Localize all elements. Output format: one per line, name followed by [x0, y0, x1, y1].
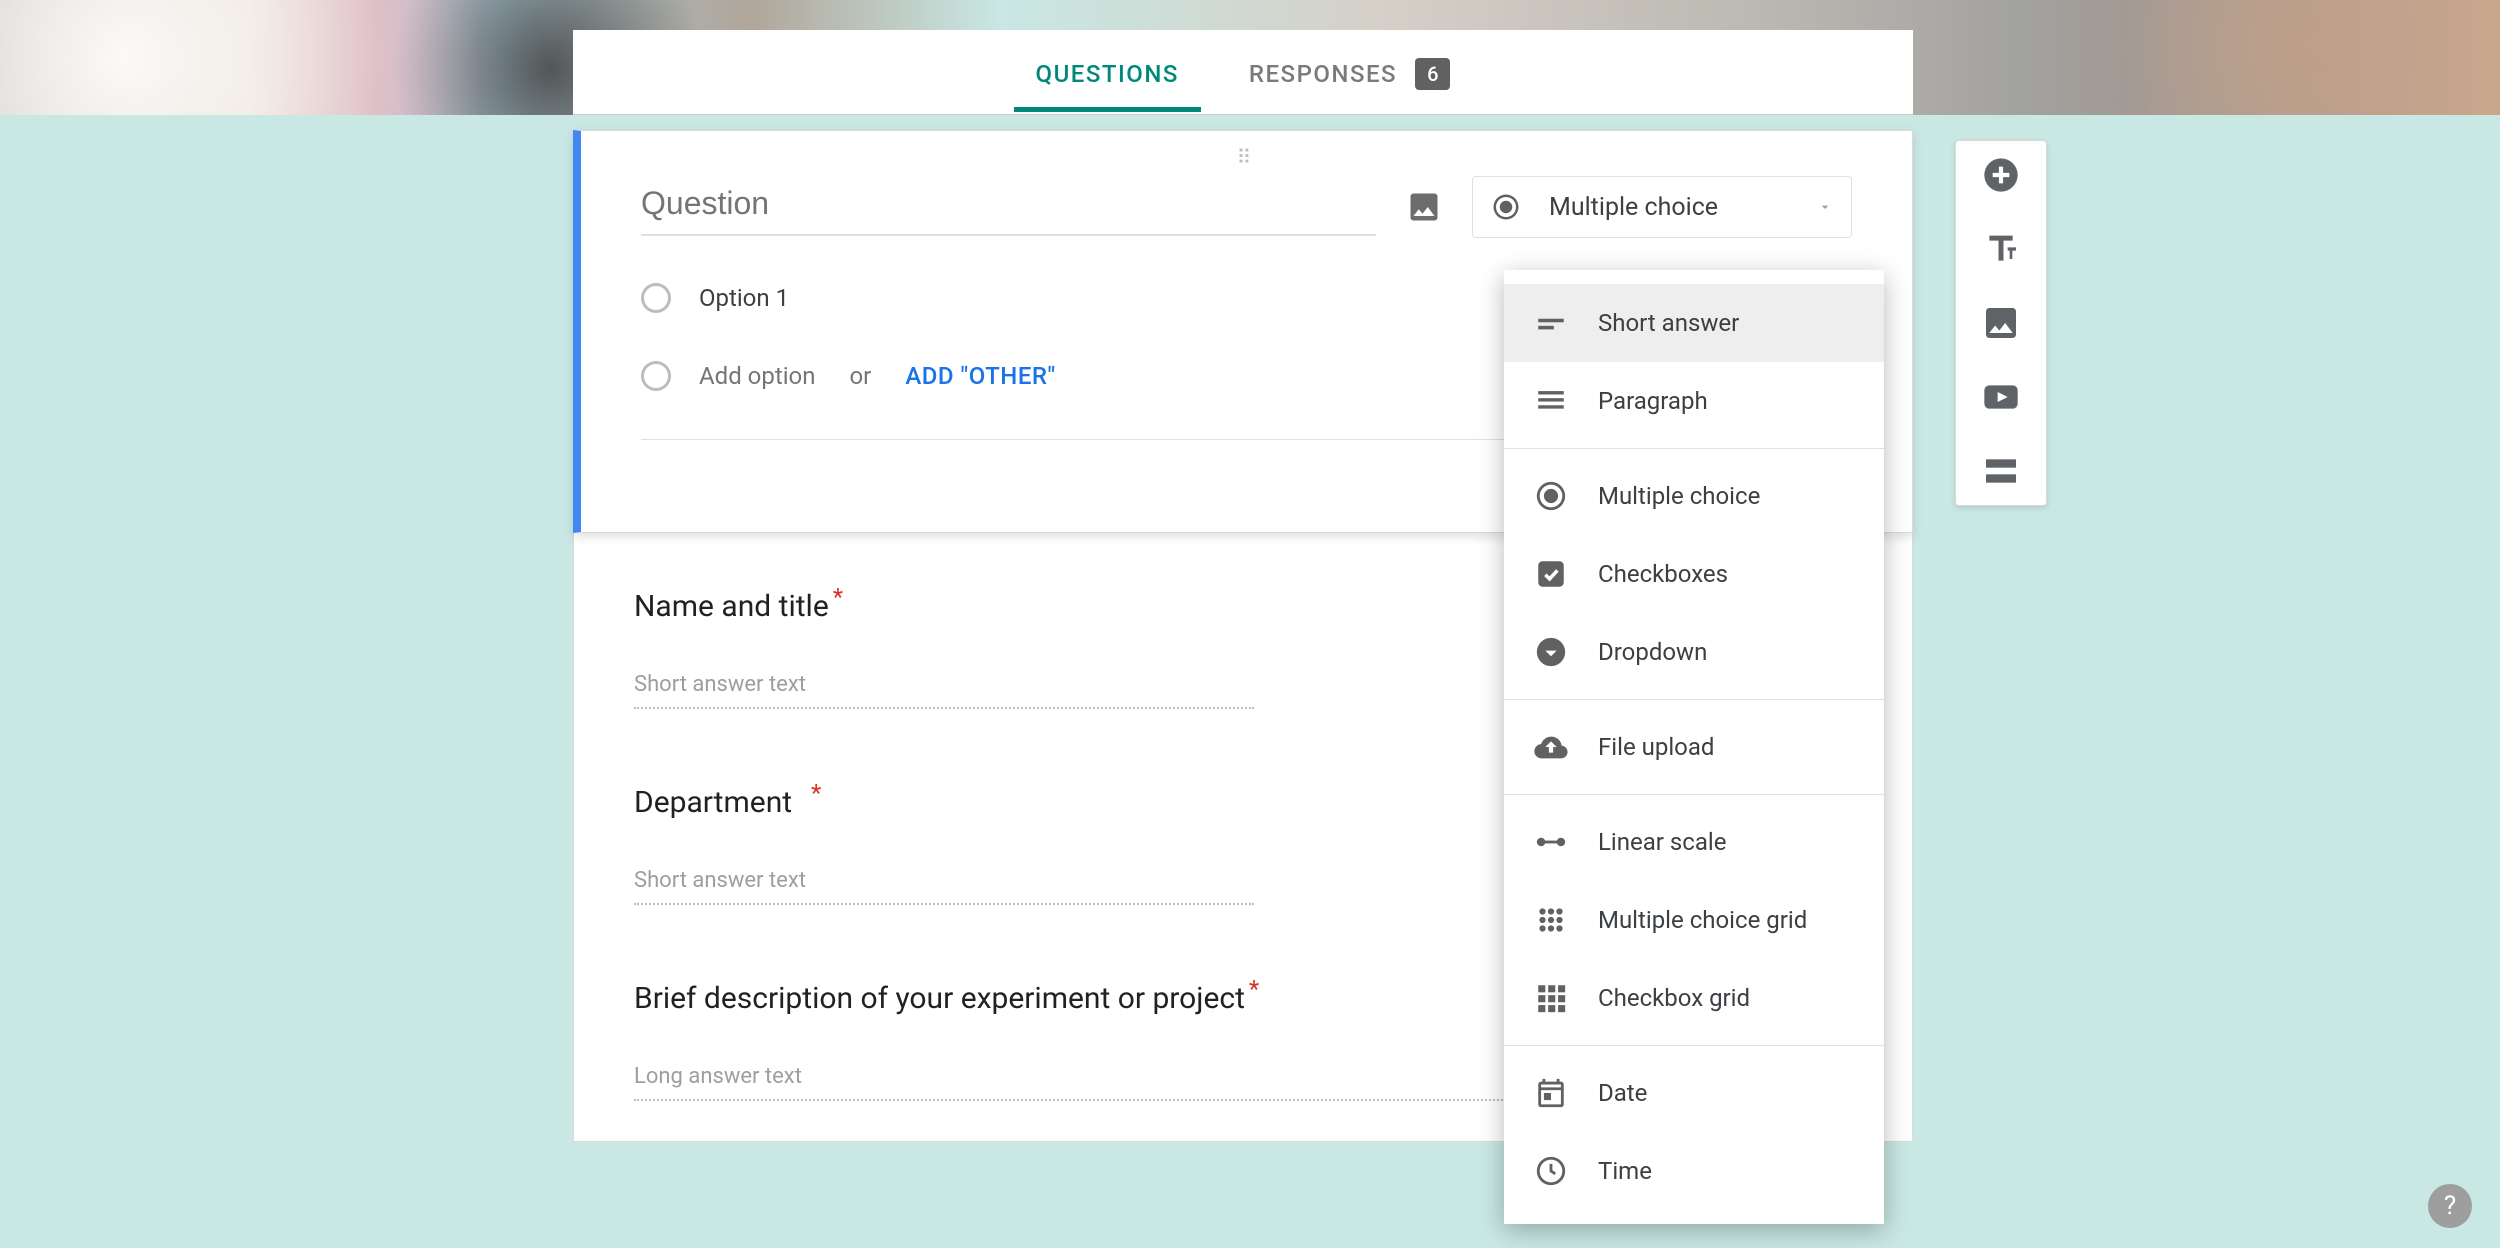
- question-header-row: Multiple choice: [641, 176, 1852, 238]
- dropdown-item-label: Paragraph: [1598, 387, 1708, 415]
- dropdown-item-linear-scale[interactable]: Linear scale: [1504, 803, 1884, 881]
- dropdown-item-label: Checkbox grid: [1598, 984, 1750, 1012]
- dropdown-item-paragraph[interactable]: Paragraph: [1504, 362, 1884, 440]
- dropdown-item-checkboxes[interactable]: Checkboxes: [1504, 535, 1884, 613]
- dropdown-item-label: Date: [1598, 1079, 1647, 1107]
- dropdown-item-file-upload[interactable]: File upload: [1504, 708, 1884, 786]
- tab-responses-label: RESPONSES: [1249, 60, 1397, 88]
- dropdown-item-short-answer[interactable]: Short answer: [1504, 284, 1884, 362]
- linear-scale-icon: [1534, 825, 1568, 859]
- dropdown-item-label: File upload: [1598, 733, 1714, 761]
- tab-responses[interactable]: RESPONSES 6: [1239, 30, 1461, 114]
- help-button[interactable]: ?: [2428, 1184, 2472, 1228]
- add-image-icon[interactable]: [1406, 189, 1442, 225]
- dropdown-divider: [1504, 794, 1884, 795]
- option-label: Option 1: [699, 284, 789, 312]
- short-answer-placeholder: Short answer text: [634, 672, 1254, 709]
- dropdown-item-label: Linear scale: [1598, 828, 1726, 856]
- add-video-button[interactable]: [1981, 377, 2021, 417]
- calendar-icon: [1534, 1076, 1568, 1110]
- dropdown-item-label: Short answer: [1598, 309, 1739, 337]
- side-toolbar: [1955, 140, 2047, 506]
- required-asterisk: *: [833, 583, 843, 611]
- add-question-button[interactable]: [1981, 155, 2021, 195]
- radio-circle-icon: [641, 361, 671, 391]
- tab-questions[interactable]: QUESTIONS: [1026, 32, 1189, 112]
- or-text: or: [849, 362, 871, 390]
- question-type-label: Multiple choice: [1549, 193, 1718, 222]
- required-asterisk: *: [811, 779, 821, 807]
- radio-button-icon: [1491, 192, 1521, 222]
- question-type-selector[interactable]: Multiple choice: [1472, 176, 1852, 238]
- dropdown-item-multiple-choice[interactable]: Multiple choice: [1504, 457, 1884, 535]
- dropdown-item-mc-grid[interactable]: Multiple choice grid: [1504, 881, 1884, 959]
- dropdown-item-label: Dropdown: [1598, 638, 1707, 666]
- dropdown-item-label: Multiple choice grid: [1598, 906, 1807, 934]
- add-title-button[interactable]: [1981, 229, 2021, 269]
- dot-grid-icon: [1534, 903, 1568, 937]
- radio-button-icon: [1534, 479, 1568, 513]
- add-section-button[interactable]: [1981, 451, 2021, 491]
- short-answer-icon: [1534, 306, 1568, 340]
- radio-circle-icon: [641, 283, 671, 313]
- dropdown-divider: [1504, 1045, 1884, 1046]
- dropdown-item-label: Multiple choice: [1598, 482, 1760, 510]
- cloud-upload-icon: [1534, 730, 1568, 764]
- question-type-dropdown: Short answer Paragraph Multiple choice C…: [1504, 270, 1884, 1224]
- add-option-link[interactable]: Add option: [699, 362, 815, 390]
- dropdown-item-cb-grid[interactable]: Checkbox grid: [1504, 959, 1884, 1037]
- paragraph-icon: [1534, 384, 1568, 418]
- dropdown-item-date[interactable]: Date: [1504, 1054, 1884, 1132]
- clock-icon: [1534, 1154, 1568, 1188]
- dropdown-item-label: Time: [1598, 1157, 1652, 1185]
- required-asterisk: *: [1249, 975, 1259, 1003]
- checkbox-icon: [1534, 557, 1568, 591]
- dropdown-divider: [1504, 448, 1884, 449]
- dropdown-item-label: Checkboxes: [1598, 560, 1728, 588]
- dropdown-item-dropdown[interactable]: Dropdown: [1504, 613, 1884, 691]
- responses-count-badge: 6: [1415, 58, 1450, 90]
- add-image-button[interactable]: [1981, 303, 2021, 343]
- drag-handle-icon[interactable]: ⠿: [1237, 145, 1257, 169]
- dropdown-divider: [1504, 699, 1884, 700]
- long-answer-placeholder: Long answer text: [634, 1064, 1514, 1101]
- chevron-down-icon: [1817, 193, 1833, 222]
- form-tabbar: QUESTIONS RESPONSES 6: [573, 30, 1913, 115]
- add-other-link[interactable]: ADD "OTHER": [905, 362, 1055, 390]
- dropdown-item-time[interactable]: Time: [1504, 1132, 1884, 1210]
- square-grid-icon: [1534, 981, 1568, 1015]
- short-answer-placeholder: Short answer text: [634, 868, 1254, 905]
- dropdown-circle-icon: [1534, 635, 1568, 669]
- question-title-input[interactable]: [641, 179, 1376, 236]
